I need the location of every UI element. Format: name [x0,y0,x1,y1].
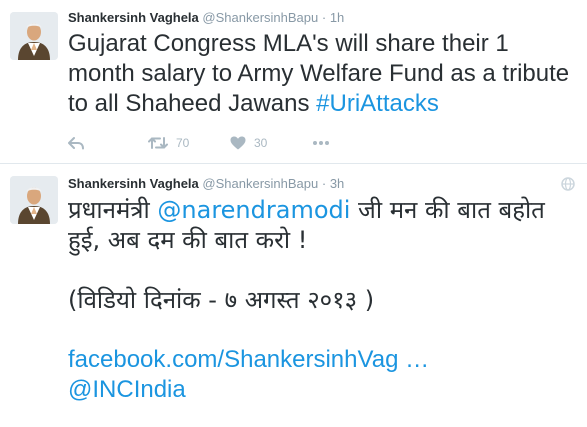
tweet-header: Shankersinh Vaghela @ShankersinhBapu · 3… [68,176,344,192]
reply-icon [68,137,84,150]
tweet-links: facebook.com/ShankersinhVag … @INCIndia [68,345,575,405]
tweet-1: Shankersinh Vaghela @ShankersinhBapu · 1… [0,0,587,164]
separator: · [321,10,327,25]
tweet-text: प्रधानमंत्री @narendramodi जी मन की बात … [68,195,575,405]
retweet-icon [148,137,168,149]
handle[interactable]: @ShankersinhBapu [202,10,318,25]
more-icon [313,141,329,145]
profile-photo-icon [10,176,58,224]
fullname[interactable]: Shankersinh Vaghela [68,176,199,191]
retweet-button[interactable]: 70 [148,133,189,153]
avatar[interactable] [10,176,58,224]
tweet-text-prefix: प्रधानमंत्री [68,196,158,224]
globe-button[interactable] [561,177,575,196]
hashtag-link[interactable]: #UriAttacks [316,90,439,117]
globe-icon [561,177,575,191]
timestamp[interactable]: 3h [330,176,344,191]
retweet-count: 70 [176,136,190,150]
handle[interactable]: @ShankersinhBapu [202,176,318,191]
heart-icon [230,136,246,150]
tweet-header: Shankersinh Vaghela @ShankersinhBapu · 1… [68,10,344,26]
tweet-text: Gujarat Congress MLA's will share their … [68,29,575,119]
like-button[interactable]: 30 [230,133,267,153]
mention-link-2[interactable]: @INCIndia [68,375,575,405]
reply-button[interactable] [68,133,84,153]
facebook-link[interactable]: facebook.com/ShankersinhVag … [68,345,575,375]
tweet-line-main: प्रधानमंत्री @narendramodi जी मन की बात … [68,195,575,255]
timestamp[interactable]: 1h [330,10,344,25]
avatar[interactable] [10,12,58,60]
tweet-2: Shankersinh Vaghela @ShankersinhBapu · 3… [0,165,587,427]
separator: · [321,176,327,191]
like-count: 30 [254,136,268,150]
fullname[interactable]: Shankersinh Vaghela [68,10,199,25]
mention-link[interactable]: @narendramodi [157,196,350,224]
more-button[interactable] [312,133,330,153]
video-date-note: (विडियो दिनांक - ७ अगस्त २०१३ ) [68,286,375,314]
profile-photo-icon [10,12,58,60]
